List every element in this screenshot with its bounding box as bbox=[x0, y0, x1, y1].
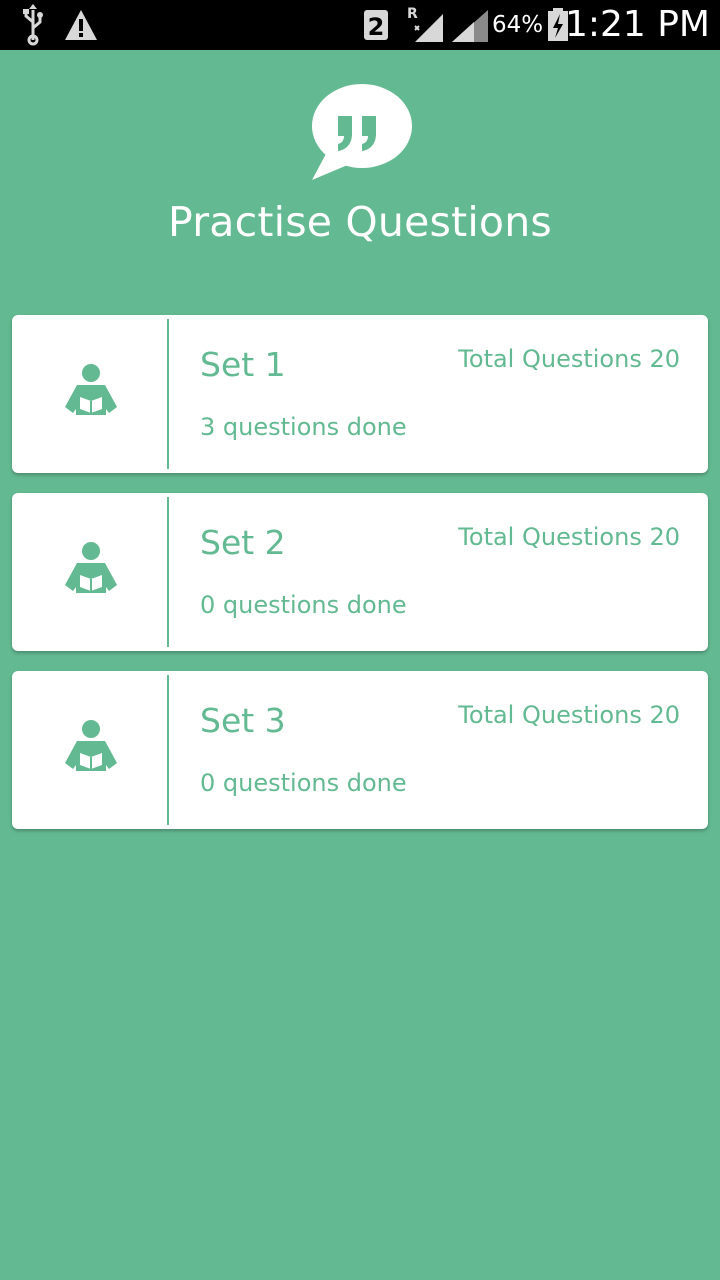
set-name: Set 3 bbox=[200, 701, 286, 740]
warning-icon bbox=[65, 10, 97, 40]
clock: 1:21 PM bbox=[564, 4, 710, 45]
card-divider bbox=[167, 675, 169, 825]
set-card-1[interactable]: Set 1 Total Questions 20 3 questions don… bbox=[12, 315, 708, 473]
signal-icon bbox=[452, 10, 488, 42]
set-card-3[interactable]: Set 3 Total Questions 20 0 questions don… bbox=[12, 671, 708, 829]
total-questions: Total Questions 20 bbox=[458, 701, 680, 729]
card-icon-area bbox=[12, 493, 167, 651]
status-bar: 2 R 64% 1:21 PM bbox=[0, 0, 720, 50]
total-questions: Total Questions 20 bbox=[458, 345, 680, 373]
set-name: Set 2 bbox=[200, 523, 286, 562]
reader-icon bbox=[65, 720, 117, 771]
sim-icon: 2 bbox=[364, 10, 388, 41]
questions-done: 0 questions done bbox=[200, 591, 407, 619]
quote-bubble-icon bbox=[312, 84, 412, 180]
set-card-2[interactable]: Set 2 Total Questions 20 0 questions don… bbox=[12, 493, 708, 651]
battery-percent: 64% bbox=[492, 12, 544, 38]
card-divider bbox=[167, 497, 169, 647]
card-icon-area bbox=[12, 315, 167, 473]
questions-done: 0 questions done bbox=[200, 769, 407, 797]
reader-icon bbox=[65, 542, 117, 593]
signal-icon: R bbox=[407, 6, 443, 42]
set-list: Set 1 Total Questions 20 3 questions don… bbox=[12, 315, 708, 849]
page-title: Practise Questions bbox=[168, 198, 552, 246]
card-divider bbox=[167, 319, 169, 469]
reader-icon bbox=[65, 364, 117, 415]
set-name: Set 1 bbox=[200, 345, 286, 384]
questions-done: 3 questions done bbox=[200, 413, 407, 441]
roaming-label: R bbox=[407, 6, 418, 22]
card-icon-area bbox=[12, 671, 167, 829]
total-questions: Total Questions 20 bbox=[458, 523, 680, 551]
sim-slot-label: 2 bbox=[368, 13, 385, 41]
usb-icon bbox=[23, 4, 43, 46]
